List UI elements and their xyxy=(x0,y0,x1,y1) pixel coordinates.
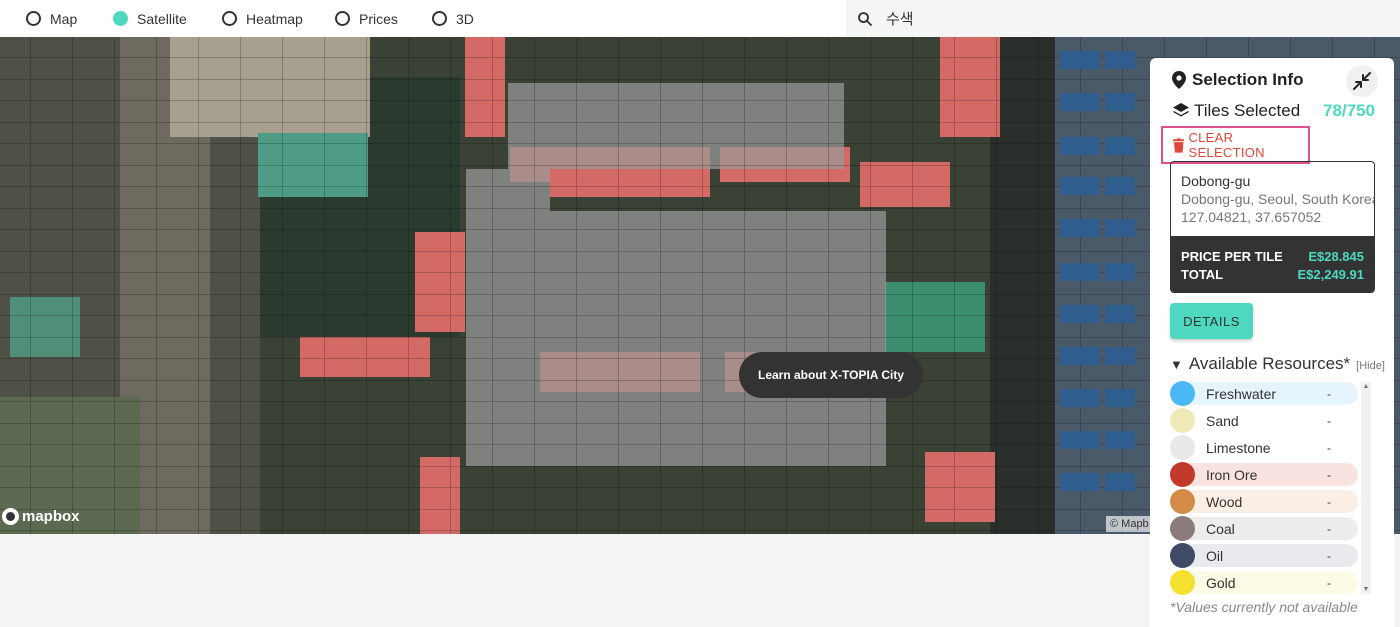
resource-name: Limestone xyxy=(1206,439,1271,456)
resource-value: - xyxy=(1327,386,1331,401)
learn-about-button[interactable]: Learn about X-TOPIA City xyxy=(739,352,923,398)
mode-heatmap[interactable]: Heatmap xyxy=(222,11,335,27)
location-pin-icon xyxy=(1172,71,1186,89)
map-attribution[interactable]: © Mapb xyxy=(1106,516,1153,532)
search-input[interactable] xyxy=(886,9,1366,28)
price-per-tile-label: PRICE PER TILE xyxy=(1181,249,1283,264)
resource-color-icon xyxy=(1170,462,1195,487)
resources-footnote: *Values currently not available xyxy=(1170,599,1358,615)
search-icon xyxy=(858,11,872,26)
mode-label: 3D xyxy=(456,10,474,27)
resource-value: - xyxy=(1327,548,1331,563)
mode-satellite[interactable]: Satellite xyxy=(113,11,222,27)
resource-color-icon xyxy=(1170,435,1195,460)
details-button[interactable]: DETAILS xyxy=(1170,303,1253,339)
layers-icon xyxy=(1173,103,1189,117)
tiles-selected-label: Tiles Selected xyxy=(1194,101,1301,120)
price-summary: PRICE PER TILE E$28.845 TOTAL E$2,249.91 xyxy=(1171,236,1374,292)
resource-color-icon xyxy=(1170,489,1195,514)
mode-label: Map xyxy=(50,10,78,27)
clear-selection-label: CLEAR SELECTION xyxy=(1188,130,1265,160)
resource-name: Wood xyxy=(1206,493,1243,510)
resource-row: Sand - xyxy=(1170,407,1358,434)
location-info-card: Dobong-gu Dobong-gu, Seoul, South Korea … xyxy=(1170,161,1375,293)
resource-row: Freshwater - xyxy=(1170,380,1358,407)
map-mode-selector: Map Satellite Heatmap Prices 3D xyxy=(0,0,846,37)
total-label: TOTAL xyxy=(1181,267,1224,282)
location-name: Dobong-gu xyxy=(1181,173,1251,189)
radio-selected-icon[interactable] xyxy=(113,11,128,26)
mode-3d[interactable]: 3D xyxy=(432,11,492,27)
resource-row: Limestone - xyxy=(1170,434,1358,461)
resources-scrollbar[interactable]: ▲ ▼ xyxy=(1361,382,1371,594)
mode-map[interactable]: Map xyxy=(26,11,113,27)
location-coordinates: 127.04821, 37.657052 xyxy=(1181,209,1322,225)
tiles-selected-count: 78/750 xyxy=(1323,101,1375,120)
mode-label: Heatmap xyxy=(246,10,303,27)
radio-icon[interactable] xyxy=(335,11,350,26)
collapse-button[interactable] xyxy=(1346,65,1378,97)
resource-row: Coal - xyxy=(1170,515,1358,542)
scroll-down-icon[interactable]: ▼ xyxy=(1362,586,1370,593)
collapse-arrows-icon xyxy=(1353,72,1371,90)
resource-name: Freshwater xyxy=(1206,385,1277,402)
resource-row: Wood - xyxy=(1170,488,1358,515)
resource-color-icon xyxy=(1170,408,1195,433)
tiles-selected-row: Tiles Selected 78/750 xyxy=(1172,101,1375,121)
resource-value: - xyxy=(1327,575,1331,590)
clear-selection-button[interactable]: CLEAR SELECTION xyxy=(1161,126,1310,164)
panel-title: Selection Info xyxy=(1192,70,1304,89)
mode-prices[interactable]: Prices xyxy=(335,11,432,27)
radio-icon[interactable] xyxy=(26,11,41,26)
total-value: E$2,249.91 xyxy=(1297,267,1364,282)
resource-value: - xyxy=(1327,494,1331,509)
mapbox-logo[interactable]: mapbox xyxy=(2,508,80,525)
mapbox-logo-text: mapbox xyxy=(22,508,80,525)
resource-color-icon xyxy=(1170,381,1195,406)
resource-row: Oil - xyxy=(1170,542,1358,569)
resource-name: Oil xyxy=(1206,547,1224,564)
price-per-tile-value: E$28.845 xyxy=(1308,249,1364,264)
trash-icon xyxy=(1173,137,1185,153)
resource-name: Sand xyxy=(1206,412,1239,429)
resource-color-icon xyxy=(1170,543,1195,568)
resource-row: Gold - xyxy=(1170,569,1358,596)
resources-list: Freshwater - Sand - Limestone - Iron Ore - Wood -… xyxy=(1170,380,1358,596)
resources-header: ▼ Available Resources* [Hide] xyxy=(1170,354,1385,374)
resource-name: Iron Ore xyxy=(1206,466,1258,483)
resource-value: - xyxy=(1327,467,1331,482)
resource-name: Gold xyxy=(1206,574,1236,591)
resource-name: Coal xyxy=(1206,520,1235,537)
resource-value: - xyxy=(1327,440,1331,455)
scroll-up-icon[interactable]: ▲ xyxy=(1362,383,1370,390)
mode-label: Satellite xyxy=(137,10,187,27)
resource-value: - xyxy=(1327,521,1331,536)
resource-color-icon xyxy=(1170,516,1195,541)
radio-icon[interactable] xyxy=(222,11,237,26)
resource-row: Iron Ore - xyxy=(1170,461,1358,488)
search-bar xyxy=(846,0,1400,37)
panel-header: Selection Info xyxy=(1172,70,1303,90)
resources-title: Available Resources* xyxy=(1188,354,1351,373)
top-bar: Map Satellite Heatmap Prices 3D xyxy=(0,0,1400,37)
radio-icon[interactable] xyxy=(432,11,447,26)
resource-color-icon xyxy=(1170,570,1195,595)
mapbox-icon xyxy=(2,508,19,525)
resource-value: - xyxy=(1327,413,1331,428)
location-full-address: Dobong-gu, Seoul, South Korea xyxy=(1181,191,1375,207)
caret-down-icon[interactable]: ▼ xyxy=(1170,357,1183,372)
hide-resources-link[interactable]: [Hide] xyxy=(1356,360,1385,372)
selection-info-panel: Selection Info Tiles Selected 78/750 CLE… xyxy=(1150,58,1394,627)
mode-label: Prices xyxy=(359,10,398,27)
